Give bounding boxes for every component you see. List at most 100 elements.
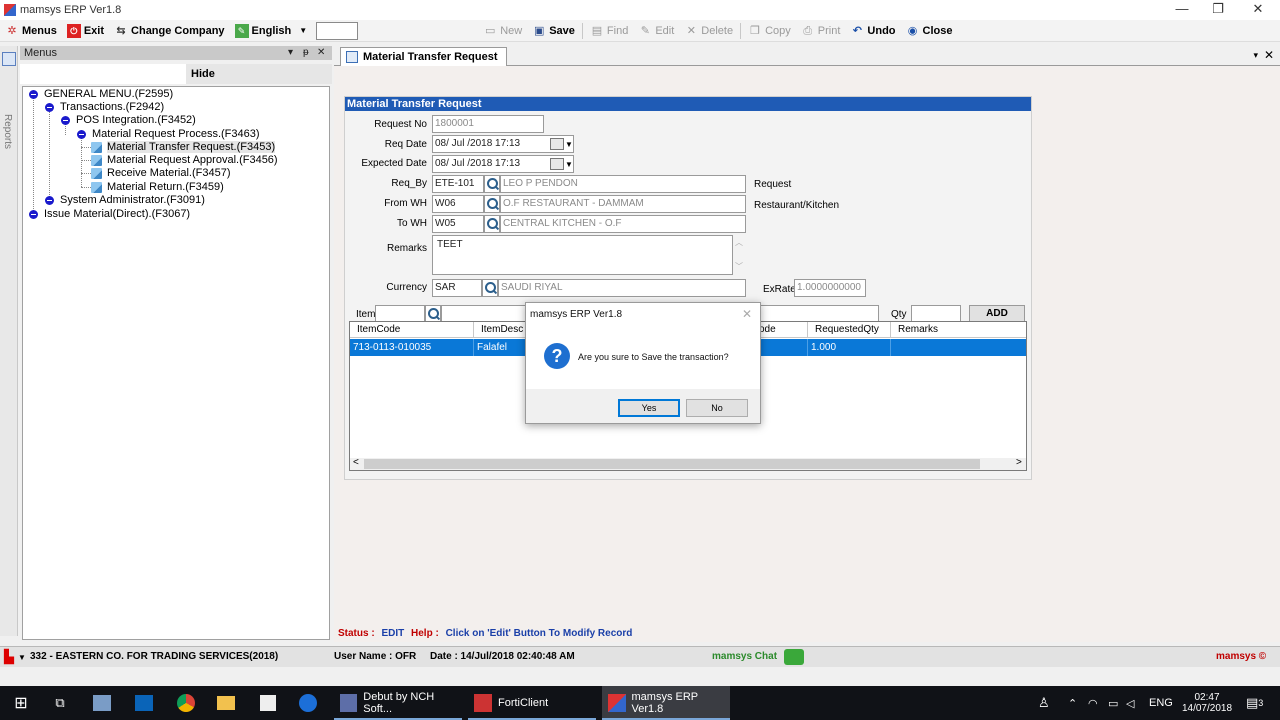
save-button[interactable]: ▣ Save xyxy=(527,21,580,41)
scrollbar-thumb[interactable] xyxy=(364,459,980,469)
chevron-down-icon[interactable]: ▼ xyxy=(565,140,573,149)
clock[interactable]: 02:47 14/07/2018 xyxy=(1180,686,1234,720)
tree-node-material-transfer-request[interactable]: Material Transfer Request.(F3453) xyxy=(91,141,276,153)
from-wh-code-field[interactable]: W06 xyxy=(432,195,484,213)
tab-material-transfer-request[interactable]: Material Transfer Request xyxy=(340,47,507,67)
collapse-icon[interactable] xyxy=(29,89,38,99)
scroll-up-icon[interactable]: ︿ xyxy=(735,237,743,248)
tree-node-system-administrator[interactable]: System Administrator.(F3091) xyxy=(45,194,205,206)
language-input[interactable] xyxy=(316,21,359,40)
taskbar-app-mamsys[interactable]: mamsys ERP Ver1.8 xyxy=(602,686,730,720)
search-icon[interactable] xyxy=(482,279,498,297)
chevron-down-icon[interactable]: ▼ xyxy=(18,653,26,662)
horizontal-scrollbar[interactable]: < > xyxy=(350,457,1026,470)
pin-icon[interactable]: ᵽ xyxy=(303,46,309,60)
request-no-field[interactable]: 1800001 xyxy=(432,115,544,133)
tabs-menu-icon[interactable]: ▾ xyxy=(1253,50,1258,61)
exrate-field[interactable]: 1.0000000000 xyxy=(794,279,866,297)
req-by-code-field[interactable]: ETE-101 xyxy=(432,175,484,193)
column-header-itemcode[interactable]: ItemCode xyxy=(350,322,474,338)
teamviewer-icon[interactable] xyxy=(296,686,320,720)
currency-label: Currency xyxy=(386,282,427,293)
volume-icon[interactable]: ◁ xyxy=(1126,686,1134,720)
chevron-down-icon[interactable]: ▼ xyxy=(565,160,573,169)
notifications-icon[interactable]: ▤ 3 xyxy=(1246,686,1263,720)
search-icon[interactable] xyxy=(484,215,500,233)
save-confirmation-dialog: mamsys ERP Ver1.8 ✕ ? Are you sure to Sa… xyxy=(525,302,761,424)
edit-button[interactable]: ✎ Edit xyxy=(633,21,679,41)
close-button[interactable]: ◉ Close xyxy=(901,21,958,41)
clock-time: 02:47 xyxy=(1194,692,1220,703)
language-select[interactable]: ✎ English ▼ xyxy=(230,21,313,41)
tree-node-material-request-approval[interactable]: Material Request Approval.(F3456) xyxy=(91,154,278,166)
wifi-icon[interactable]: ◠ xyxy=(1088,686,1098,720)
outlook-icon[interactable] xyxy=(132,686,156,720)
menus-button[interactable]: ✲ Menus xyxy=(0,21,62,41)
panel-close-icon[interactable]: ✕ xyxy=(317,46,325,60)
panel-menu-icon[interactable]: ▾ xyxy=(288,46,293,60)
menu-search-input[interactable] xyxy=(20,64,186,84)
tree-node-material-request-process[interactable]: Material Request Process.(F3463) xyxy=(77,128,260,140)
reports-tab[interactable]: Reports xyxy=(2,114,13,149)
taskbar-app-debut[interactable]: Debut by NCH Soft... xyxy=(334,686,462,720)
to-wh-name-field: CENTRAL KITCHEN - O.F xyxy=(500,215,746,233)
collapse-icon[interactable] xyxy=(61,115,70,125)
change-company-button[interactable]: ⇆ Change Company xyxy=(109,21,230,41)
delete-button[interactable]: ✕ Delete xyxy=(679,21,738,41)
minimize-button[interactable]: — xyxy=(1164,0,1200,20)
taskbar-app-forticlient[interactable]: FortiClient xyxy=(468,686,596,720)
tree-node-receive-material[interactable]: Receive Material.(F3457) xyxy=(91,167,231,179)
task-view-icon[interactable]: ⧉ xyxy=(48,686,72,720)
exit-button[interactable]: ⏻ Exit xyxy=(62,21,109,41)
notes-icon[interactable] xyxy=(256,686,280,720)
scroll-right-icon[interactable]: > xyxy=(1016,457,1022,468)
tree-node-general-menu[interactable]: GENERAL MENU.(F2595) xyxy=(29,88,173,100)
find-button[interactable]: ▤ Find xyxy=(585,21,633,41)
windows-start-icon[interactable]: ⊞ xyxy=(8,686,34,720)
tree-node-pos-integration[interactable]: POS Integration.(F3452) xyxy=(61,114,196,126)
dialog-footer: Yes No xyxy=(526,389,760,423)
remarks-field[interactable]: TEET xyxy=(432,235,733,275)
battery-icon[interactable]: ▭ xyxy=(1108,686,1118,720)
hide-button[interactable]: Hide xyxy=(186,64,332,84)
collapse-icon[interactable] xyxy=(77,129,86,139)
tree-node-issue-material[interactable]: Issue Material(Direct).(F3067) xyxy=(29,208,190,220)
cell-item-code: 713-0113-010035 xyxy=(350,339,474,356)
column-header-remarks[interactable]: Remarks xyxy=(891,322,1026,338)
no-button[interactable]: No xyxy=(686,399,748,417)
chrome-icon[interactable] xyxy=(174,686,198,720)
file-explorer-icon[interactable] xyxy=(214,686,238,720)
status-label: Status : xyxy=(338,628,375,639)
maximize-button[interactable]: ❐ xyxy=(1200,0,1236,20)
scroll-down-icon[interactable]: ﹀ xyxy=(735,261,743,272)
tree-node-transactions[interactable]: Transactions.(F2942) xyxy=(45,101,164,113)
people-icon[interactable]: ♙ xyxy=(1038,686,1050,720)
currency-code-field[interactable]: SAR xyxy=(432,279,482,297)
calendar-icon[interactable] xyxy=(550,158,564,170)
collapse-icon[interactable] xyxy=(45,102,54,112)
copy-button[interactable]: ❐ Copy xyxy=(743,21,796,41)
collapse-icon[interactable] xyxy=(45,195,54,205)
chat-icon[interactable] xyxy=(784,649,804,665)
yes-button[interactable]: Yes xyxy=(618,399,680,417)
language-indicator[interactable]: ENG xyxy=(1149,686,1173,720)
document-close-icon[interactable]: ✕ xyxy=(1264,48,1274,62)
new-button[interactable]: ▭ New xyxy=(478,21,527,41)
collapse-icon[interactable] xyxy=(29,209,38,219)
reports-icon[interactable] xyxy=(2,52,16,66)
app-pinned-icon[interactable] xyxy=(90,686,114,720)
window-close-button[interactable]: ✕ xyxy=(1240,0,1276,20)
calendar-icon[interactable] xyxy=(550,138,564,150)
column-header-requestedqty[interactable]: RequestedQty xyxy=(808,322,891,338)
chat-label[interactable]: mamsys Chat xyxy=(712,651,777,662)
scroll-left-icon[interactable]: < xyxy=(353,457,359,468)
notification-count: 3 xyxy=(1258,698,1264,708)
to-wh-code-field[interactable]: W05 xyxy=(432,215,484,233)
dialog-close-icon[interactable]: ✕ xyxy=(742,307,752,321)
tray-chevron-up-icon[interactable]: ⌃ xyxy=(1068,686,1077,720)
search-icon[interactable] xyxy=(484,195,500,213)
print-button[interactable]: ⎙ Print xyxy=(796,21,846,41)
tree-node-material-return[interactable]: Material Return.(F3459) xyxy=(91,181,224,193)
search-icon[interactable] xyxy=(484,175,500,193)
undo-button[interactable]: ↶ Undo xyxy=(845,21,900,41)
